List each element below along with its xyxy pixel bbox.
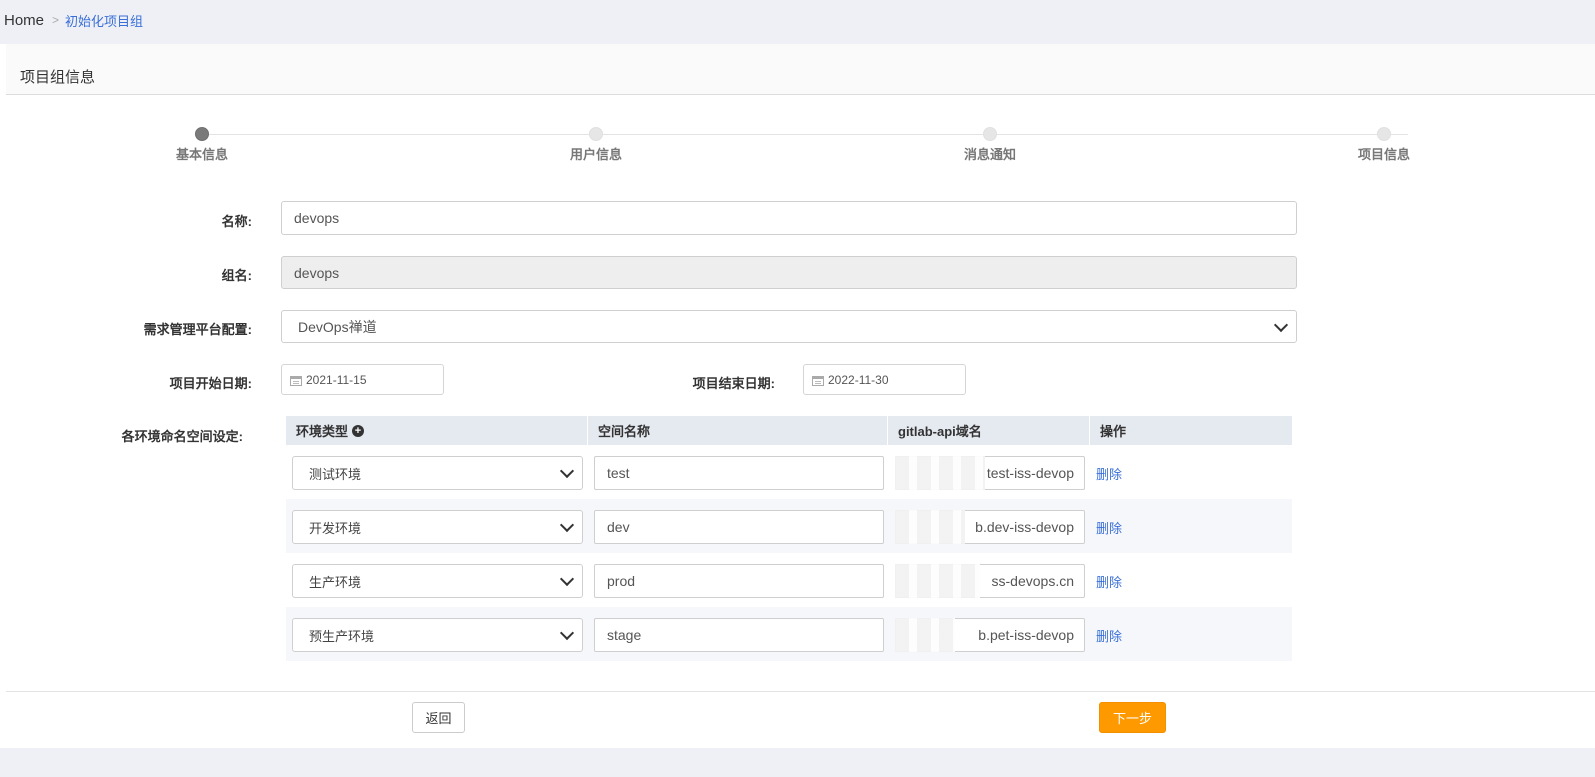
group-name-value: devops xyxy=(294,264,340,281)
step-label: 基本信息 xyxy=(175,147,228,162)
platform-label: 需求管理平台配置: xyxy=(143,322,252,337)
env-namespace-label: 各环境命名空间设定: xyxy=(121,429,243,444)
env-type-select[interactable]: 开发环境 xyxy=(292,510,583,544)
table-row: 开发环境 dev b.dev-iss-devop 删除 xyxy=(286,499,1292,553)
end-date-input[interactable]: 2022-11-30 xyxy=(803,364,966,395)
group-name-label: 组名: xyxy=(221,268,252,283)
gitlab-api-value: ss-devops.cn xyxy=(991,573,1074,589)
delete-link[interactable]: 删除 xyxy=(1096,464,1122,483)
platform-select-value: DevOps禅道 xyxy=(298,318,377,335)
delete-link[interactable]: 删除 xyxy=(1096,626,1122,645)
space-name-input[interactable]: test xyxy=(594,456,884,490)
header-action: 操作 xyxy=(1100,424,1127,439)
step-user-info: 用户信息 xyxy=(536,126,656,163)
env-type-value: 开发环境 xyxy=(309,520,362,536)
env-type-value: 生产环境 xyxy=(309,574,362,590)
step-label: 消息通知 xyxy=(963,147,1016,162)
next-step-button[interactable]: 下一步 xyxy=(1099,702,1166,733)
env-namespace-table: 环境类型 + 空间名称 gitlab-api域名 操作 测试环境 test te… xyxy=(286,416,1292,661)
space-name-input[interactable]: prod xyxy=(594,564,884,598)
start-date-value: 2021-11-15 xyxy=(306,372,367,387)
gitlab-api-value: b.dev-iss-devop xyxy=(975,519,1074,535)
back-button[interactable]: 返回 xyxy=(412,702,465,733)
env-type-value: 测试环境 xyxy=(309,466,362,482)
chevron-down-icon xyxy=(559,463,575,479)
step-basic-info: 基本信息 xyxy=(142,126,262,163)
card-title: 项目组信息 xyxy=(20,69,96,86)
space-name-value: test xyxy=(607,465,630,481)
calendar-icon xyxy=(812,376,824,386)
step-notification: 消息通知 xyxy=(930,126,1050,163)
breadcrumb-home-link[interactable]: Home xyxy=(4,12,44,29)
step-dot-icon xyxy=(195,127,209,141)
breadcrumb: Home > 初始化项目组 xyxy=(4,10,143,30)
step-project-info: 项目信息 xyxy=(1324,126,1444,163)
space-name-value: prod xyxy=(607,573,636,589)
table-row: 生产环境 prod ss-devops.cn 删除 xyxy=(286,553,1292,607)
redaction-mosaic xyxy=(895,618,955,652)
chevron-down-icon xyxy=(559,517,575,533)
add-env-plus-icon[interactable]: + xyxy=(352,424,365,437)
delete-link[interactable]: 删除 xyxy=(1096,572,1122,591)
gitlab-api-value: test-iss-devop xyxy=(986,465,1074,481)
name-input-value: devops xyxy=(294,210,340,226)
step-label: 用户信息 xyxy=(569,147,622,162)
start-date-label: 项目开始日期: xyxy=(169,376,252,391)
env-type-select[interactable]: 生产环境 xyxy=(292,564,583,598)
step-dot-icon xyxy=(1377,127,1391,141)
platform-select[interactable]: DevOps禅道 xyxy=(281,310,1297,343)
table-row: 测试环境 test test-iss-devop 删除 xyxy=(286,445,1292,499)
delete-link[interactable]: 删除 xyxy=(1096,518,1122,537)
redaction-mosaic xyxy=(895,510,965,544)
chevron-down-icon xyxy=(1273,317,1289,332)
project-group-card: 项目组信息 基本信息 用户信息 消息通知 项目信息 名称: devops 组名:… xyxy=(0,44,1595,748)
end-date-value: 2022-11-30 xyxy=(828,372,889,387)
card-header: 项目组信息 xyxy=(6,44,1595,95)
space-name-input[interactable]: stage xyxy=(594,618,884,652)
header-env-type-label: 环境类型 xyxy=(296,424,349,439)
space-name-input[interactable]: dev xyxy=(594,510,884,544)
calendar-icon xyxy=(290,376,302,386)
space-name-value: stage xyxy=(607,627,642,643)
step-connector-line xyxy=(205,134,1408,135)
end-date-label: 项目结束日期: xyxy=(692,376,775,391)
breadcrumb-current[interactable]: 初始化项目组 xyxy=(65,11,143,30)
step-dot-icon xyxy=(983,127,997,141)
gitlab-api-value: b.pet-iss-devop xyxy=(978,627,1074,643)
footer-divider xyxy=(6,691,1595,692)
table-row: 预生产环境 stage b.pet-iss-devop 删除 xyxy=(286,607,1292,661)
header-space-name: 空间名称 xyxy=(588,416,888,445)
chevron-down-icon xyxy=(559,571,575,587)
env-type-select[interactable]: 测试环境 xyxy=(292,456,583,490)
start-date-input[interactable]: 2021-11-15 xyxy=(281,364,444,395)
chevron-right-icon: > xyxy=(52,13,60,27)
group-name-input: devops xyxy=(281,256,1297,289)
env-type-select[interactable]: 预生产环境 xyxy=(292,618,583,652)
step-label: 项目信息 xyxy=(1357,147,1410,162)
header-env-type: 环境类型 + xyxy=(286,416,588,445)
header-gitlab-api: gitlab-api域名 xyxy=(888,416,1090,445)
step-indicator: 基本信息 用户信息 消息通知 项目信息 xyxy=(0,126,1595,166)
redaction-mosaic xyxy=(895,564,980,598)
space-name-value: dev xyxy=(607,519,630,535)
name-label: 名称: xyxy=(221,214,252,229)
name-input[interactable]: devops xyxy=(281,201,1297,235)
redaction-mosaic xyxy=(895,456,985,490)
table-header-row: 环境类型 + 空间名称 gitlab-api域名 操作 xyxy=(286,416,1292,445)
env-type-value: 预生产环境 xyxy=(309,628,375,644)
chevron-down-icon xyxy=(559,625,575,641)
step-dot-icon xyxy=(589,127,603,141)
